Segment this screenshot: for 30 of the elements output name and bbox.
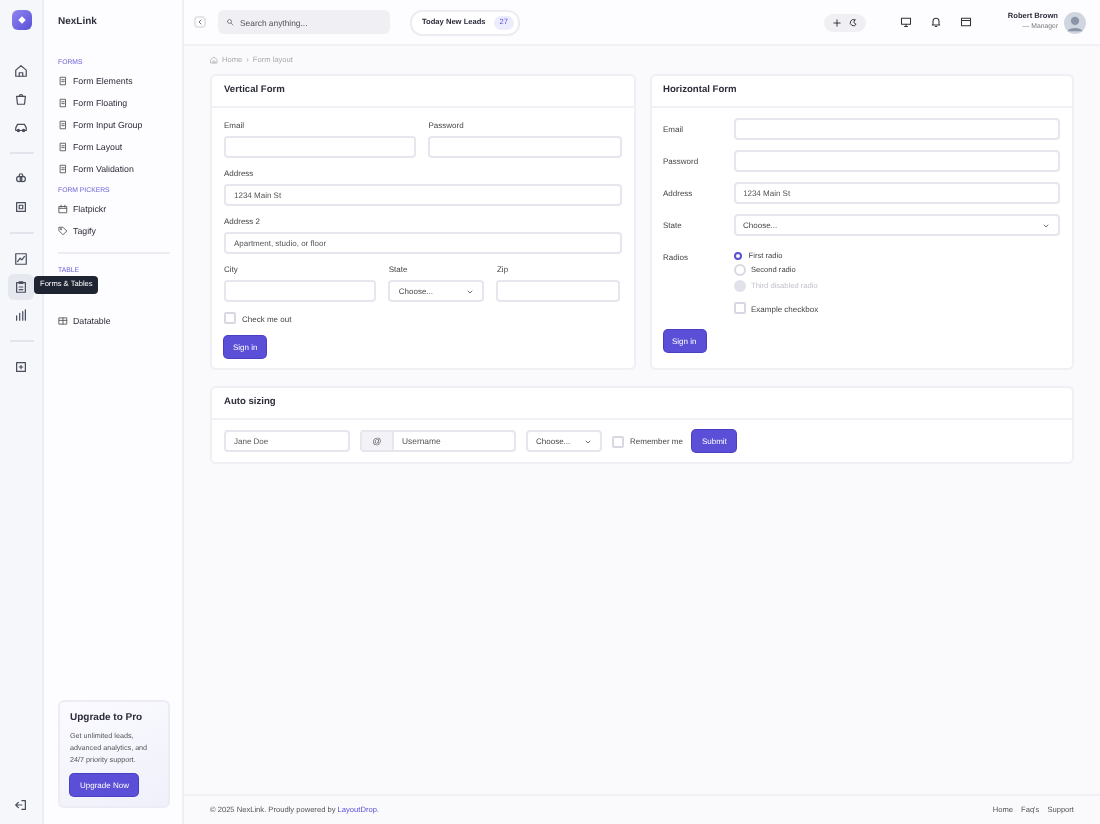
table-icon [58,316,68,326]
input-field[interactable] [733,150,1060,172]
input-field[interactable] [733,118,1060,140]
moon-icon[interactable] [847,17,858,27]
window-icon[interactable] [959,16,972,28]
calendar-icon [58,204,68,214]
doc-icon [58,98,68,108]
search-icon [226,18,234,26]
checkbox[interactable] [733,302,745,315]
monitor-icon[interactable] [899,16,912,28]
doc-icon [58,76,68,86]
logo-icon [11,10,31,30]
add-icon[interactable] [831,17,842,27]
collapse-button[interactable] [194,16,206,28]
logout-icon[interactable] [14,798,28,812]
input-field[interactable] [224,280,377,302]
home-icon [210,56,218,64]
checkbox[interactable] [224,312,236,324]
doc-icon [58,164,68,174]
doc-icon [58,120,68,130]
input-field[interactable] [496,280,621,302]
clipboard-icon[interactable] [8,273,34,299]
avatar[interactable] [1064,11,1086,33]
notification-icon[interactable] [929,16,942,28]
radio-button[interactable] [733,251,743,261]
input-field[interactable] [224,136,417,158]
tag-icon [58,226,68,236]
doc-icon [58,142,68,152]
checkbox[interactable] [612,435,624,447]
input-field[interactable] [428,136,621,158]
